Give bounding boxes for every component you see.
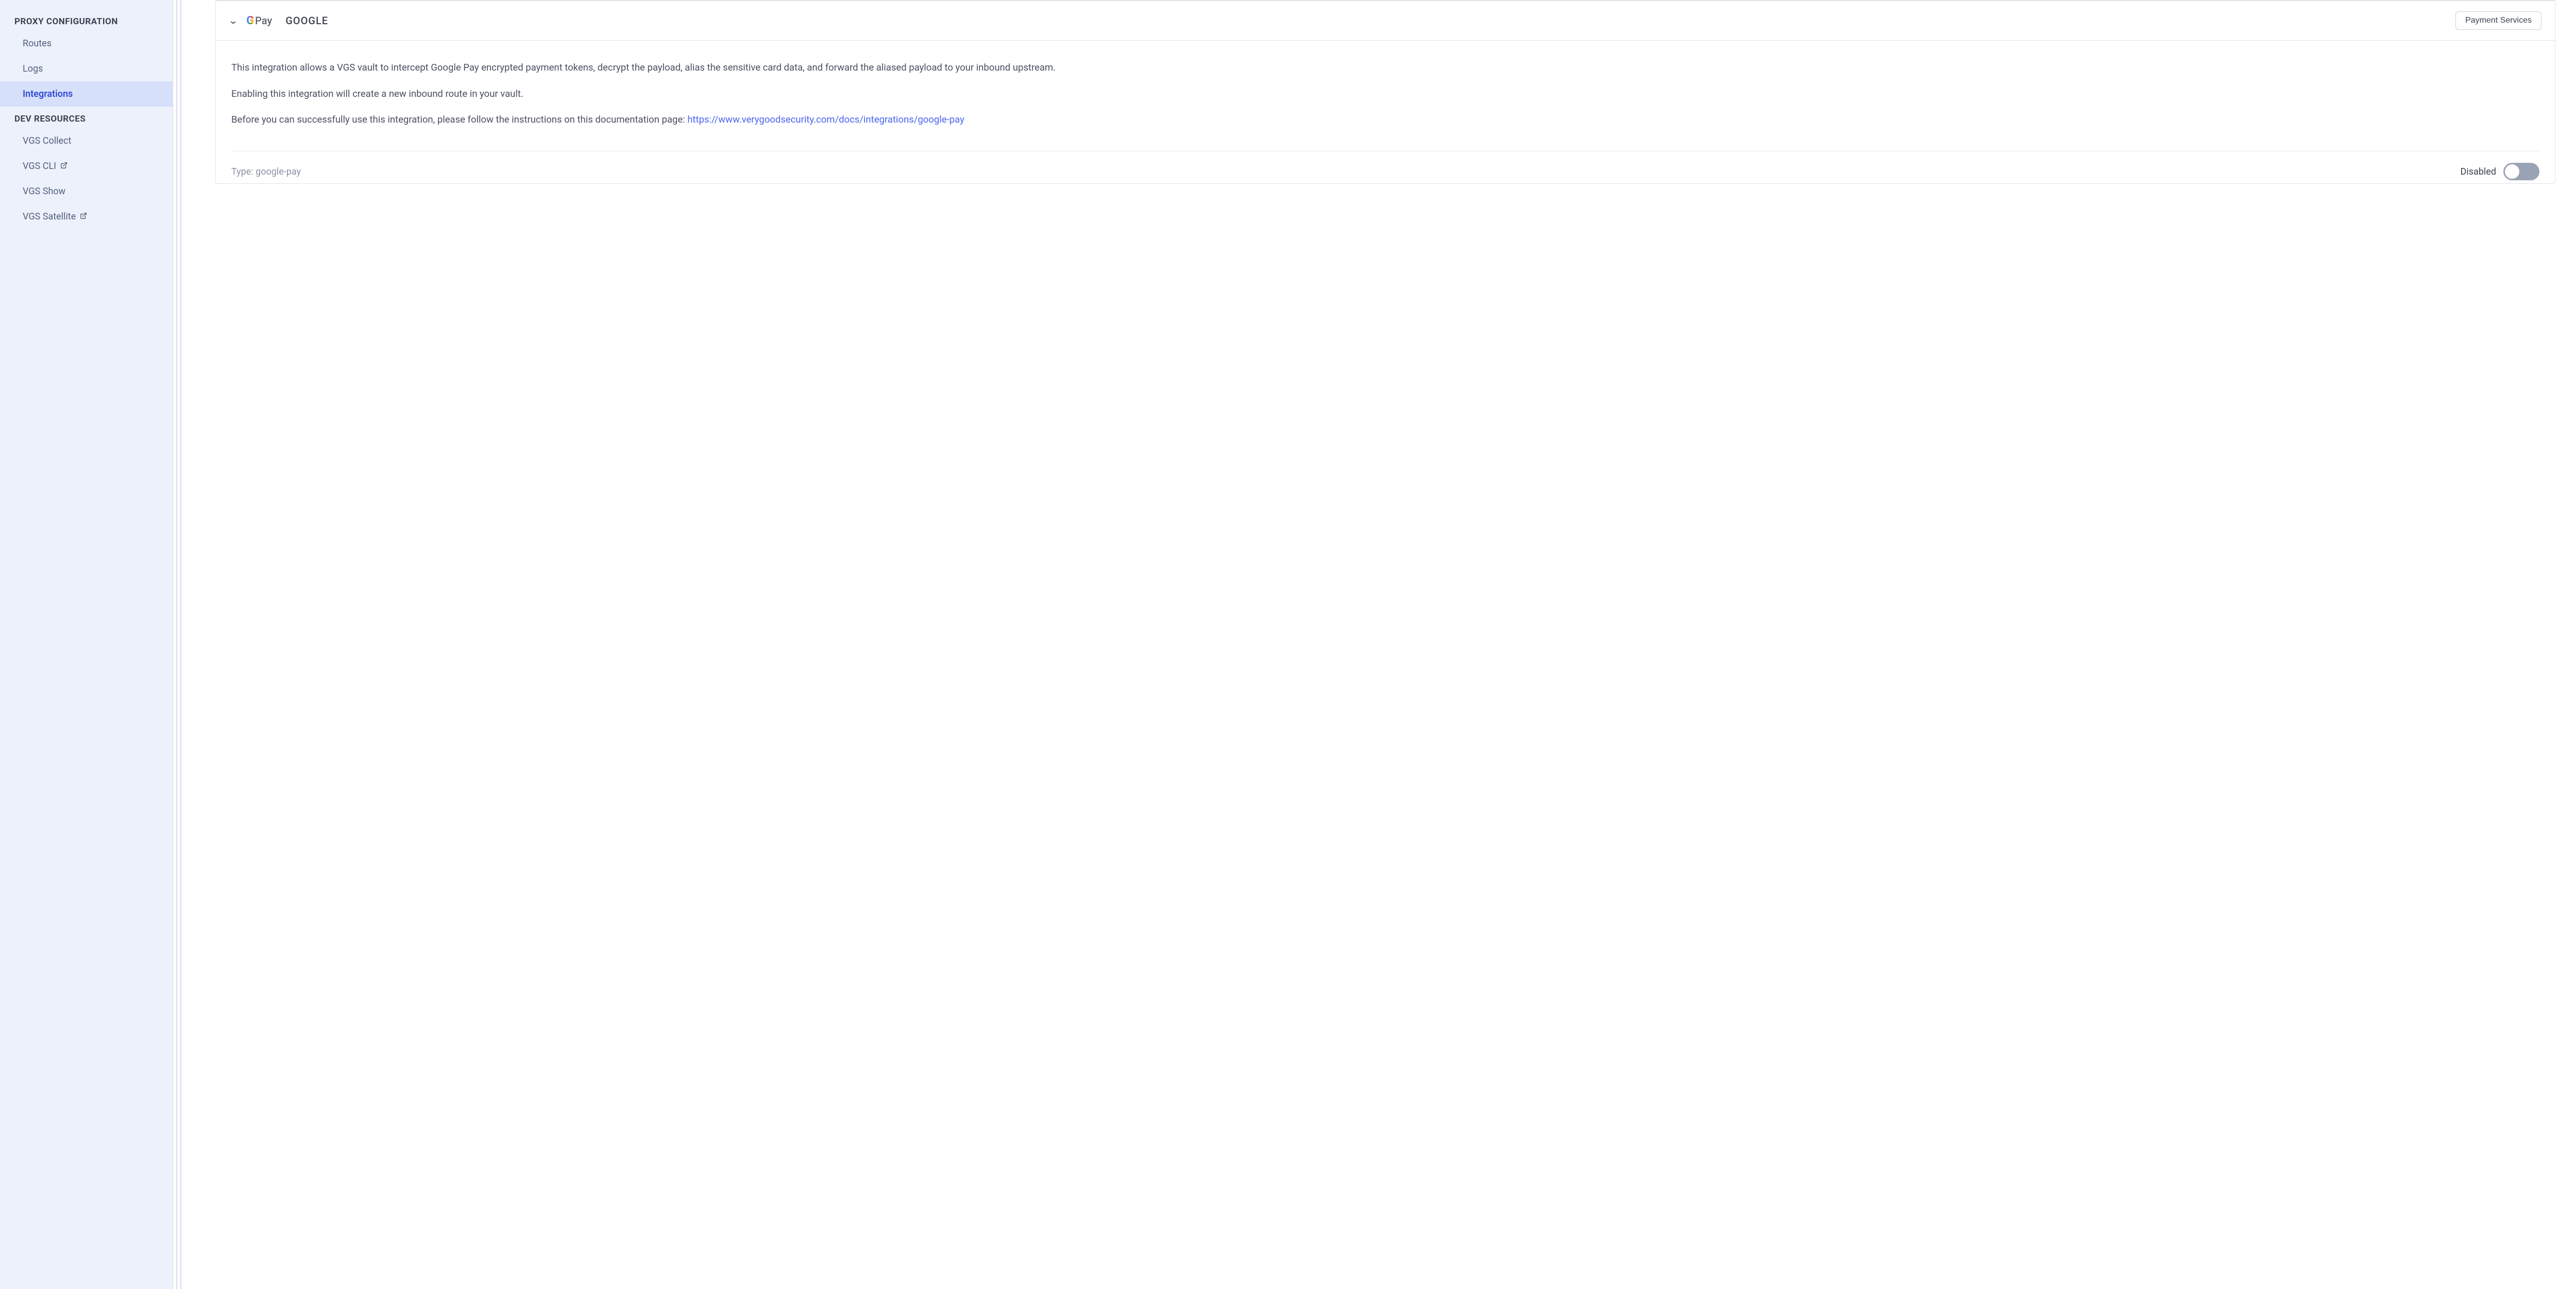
integration-type: Type: google-pay (231, 166, 301, 177)
integration-paragraph: This integration allows a VGS vault to i… (231, 60, 2539, 75)
integration-doc-paragraph: Before you can successfully use this int… (231, 112, 2539, 127)
external-link-icon (60, 162, 67, 171)
integration-type-value: google-pay (256, 166, 301, 177)
integration-doc-link[interactable]: https://www.verygoodsecurity.com/docs/in… (687, 114, 964, 125)
integration-card: ⌄ G Pay GOOGLE Payment Services This int… (215, 1, 2555, 184)
chevron-down-icon[interactable]: ⌄ (228, 15, 239, 26)
sidebar-item-label: VGS Satellite (23, 211, 76, 222)
main-content: ⌄ G Pay GOOGLE Payment Services This int… (184, 0, 2576, 1289)
enable-toggle[interactable] (2503, 163, 2539, 180)
integration-name: GOOGLE (285, 14, 328, 27)
integration-type-label: Type: (231, 166, 256, 177)
sidebar-item-integrations[interactable]: Integrations (0, 81, 173, 107)
category-button[interactable]: Payment Services (2455, 11, 2541, 30)
sidebar: PROXY CONFIGURATION Routes Logs Integrat… (0, 0, 173, 1289)
toggle-knob (2505, 164, 2519, 179)
google-pay-logo: G Pay (246, 14, 272, 27)
sidebar-item-vgs-show[interactable]: VGS Show (0, 179, 173, 204)
vertical-divider (173, 0, 184, 1289)
google-g-icon: G (246, 14, 254, 27)
integration-description: This integration allows a VGS vault to i… (216, 41, 2555, 151)
sidebar-section-proxy: PROXY CONFIGURATION (0, 12, 173, 31)
sidebar-item-routes[interactable]: Routes (0, 31, 173, 56)
sidebar-item-logs[interactable]: Logs (0, 56, 173, 81)
integration-footer: Type: google-pay Disabled (231, 151, 2539, 183)
integration-header-left: ⌄ G Pay GOOGLE (229, 14, 328, 27)
google-pay-text: Pay (255, 14, 272, 27)
sidebar-item-label: VGS Show (23, 186, 65, 197)
integration-doc-intro: Before you can successfully use this int… (231, 114, 687, 125)
sidebar-section-dev: DEV RESOURCES (0, 110, 173, 128)
sidebar-item-vgs-satellite[interactable]: VGS Satellite (0, 204, 173, 229)
integration-card-header[interactable]: ⌄ G Pay GOOGLE Payment Services (216, 1, 2555, 41)
sidebar-item-label: VGS Collect (23, 135, 71, 146)
sidebar-item-label: Routes (23, 38, 52, 49)
sidebar-item-label: VGS CLI (23, 161, 56, 172)
integration-toggle-group: Disabled (2461, 163, 2539, 180)
sidebar-item-label: Integrations (23, 89, 73, 99)
sidebar-item-vgs-collect[interactable]: VGS Collect (0, 128, 173, 154)
sidebar-item-label: Logs (23, 63, 43, 74)
external-link-icon (80, 212, 87, 222)
integration-paragraph: Enabling this integration will create a … (231, 87, 2539, 101)
toggle-state-label: Disabled (2461, 166, 2496, 177)
sidebar-item-vgs-cli[interactable]: VGS CLI (0, 154, 173, 179)
